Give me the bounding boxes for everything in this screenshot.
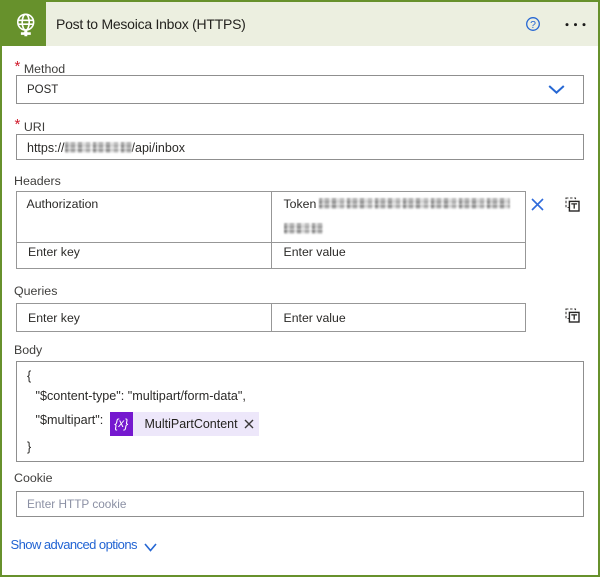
svg-text:?: ? (530, 19, 536, 31)
